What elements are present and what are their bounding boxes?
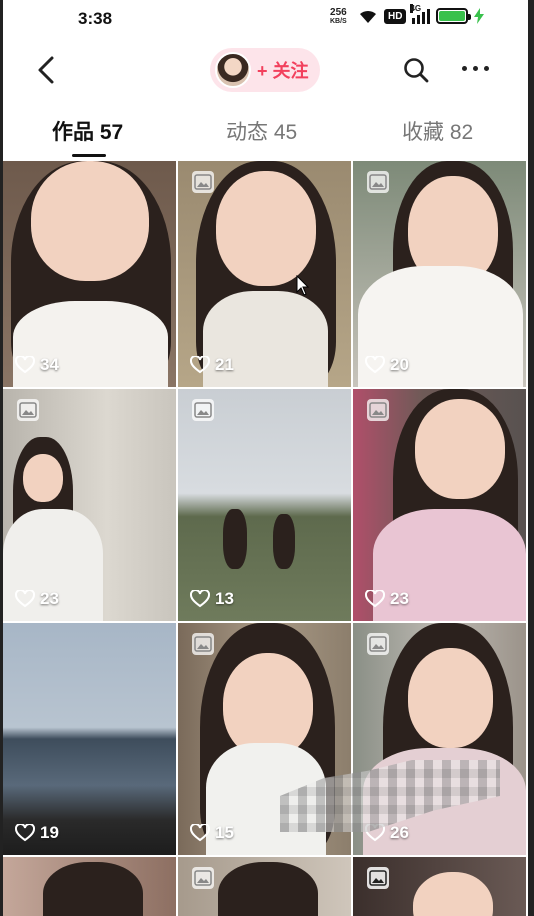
- post-tile[interactable]: [178, 857, 351, 916]
- heart-icon: [190, 356, 210, 374]
- heart-icon: [365, 590, 385, 608]
- more-icon[interactable]: [462, 66, 489, 71]
- net-speed: 256 KB/S: [330, 7, 347, 26]
- tab-indicator: [72, 154, 106, 157]
- like-count: 15: [190, 823, 234, 843]
- tab-favorites[interactable]: 收藏 82: [402, 116, 473, 146]
- charging-icon: [474, 8, 485, 24]
- chevron-left-icon[interactable]: [34, 52, 60, 88]
- follow-button[interactable]: + 关注: [210, 48, 320, 92]
- image-post-icon: [192, 399, 214, 421]
- like-count: 34: [15, 355, 59, 375]
- top-nav: + 关注: [0, 40, 534, 102]
- post-tile[interactable]: [353, 857, 526, 916]
- post-tile[interactable]: [3, 857, 176, 916]
- battery-icon: [436, 8, 472, 24]
- search-icon[interactable]: [402, 56, 430, 84]
- image-post-icon: [367, 399, 389, 421]
- image-post-icon: [192, 171, 214, 193]
- wifi-icon: [360, 10, 376, 23]
- post-tile[interactable]: 34: [3, 161, 176, 387]
- post-tile[interactable]: 13: [178, 389, 351, 621]
- image-post-icon: [192, 867, 214, 889]
- heart-icon: [190, 590, 210, 608]
- post-photo: [178, 389, 351, 621]
- heart-icon: [365, 356, 385, 374]
- post-tile[interactable]: 19: [3, 623, 176, 855]
- image-post-icon: [367, 633, 389, 655]
- like-count: 13: [190, 589, 234, 609]
- image-post-icon: [192, 633, 214, 655]
- post-tile[interactable]: 23: [3, 389, 176, 621]
- mouse-pointer-icon: [296, 275, 310, 296]
- tab-activity[interactable]: 动态 45: [226, 116, 297, 146]
- image-post-icon: [367, 867, 389, 889]
- post-tile[interactable]: 21: [178, 161, 351, 387]
- image-post-icon: [367, 171, 389, 193]
- tab-works[interactable]: 作品 57: [52, 116, 123, 146]
- heart-icon: [15, 590, 35, 608]
- image-post-icon: [17, 399, 39, 421]
- heart-icon: [15, 356, 35, 374]
- profile-tabs: 作品 57 动态 45 收藏 82: [0, 108, 534, 160]
- like-count: 21: [190, 355, 234, 375]
- like-count: 23: [365, 589, 409, 609]
- status-bar: 3:38 256 KB/S HD 4G: [0, 0, 534, 38]
- post-tile[interactable]: 23: [353, 389, 526, 621]
- status-time: 3:38: [78, 9, 113, 28]
- like-count: 20: [365, 355, 409, 375]
- post-photo: [3, 623, 176, 855]
- follow-label: + 关注: [257, 61, 309, 81]
- heart-icon: [190, 824, 210, 842]
- post-tile[interactable]: 20: [353, 161, 526, 387]
- heart-icon: [15, 824, 35, 842]
- avatar: [215, 52, 251, 88]
- hd-icon: HD: [384, 8, 407, 24]
- signal-icon: 4G: [410, 4, 431, 24]
- like-count: 23: [15, 589, 59, 609]
- like-count: 19: [15, 823, 59, 843]
